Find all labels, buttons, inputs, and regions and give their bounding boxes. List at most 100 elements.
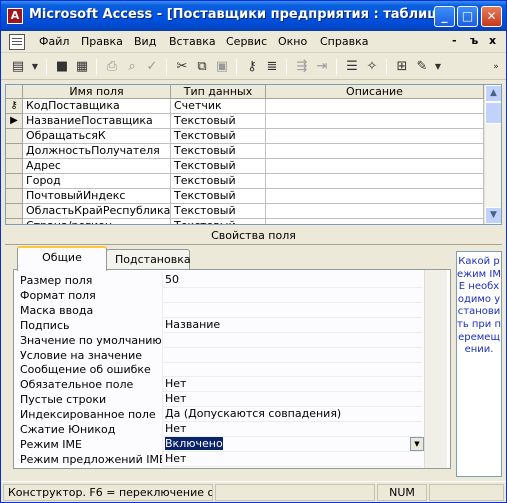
doc-restore-button[interactable]: ъ [470, 34, 478, 47]
toolbar-options-icon[interactable]: » [487, 58, 505, 76]
data-type-cell[interactable]: Текстовый [171, 144, 266, 159]
field-row[interactable]: ОбращатьсяК Текстовый [6, 129, 484, 144]
description-cell[interactable] [266, 189, 484, 204]
row-selector[interactable] [6, 189, 23, 204]
access-app-icon[interactable]: A [7, 8, 23, 24]
row-selector[interactable] [6, 174, 23, 189]
field-name-cell[interactable]: ДолжностьПолучателя [23, 144, 171, 159]
field-row[interactable]: ОбластьКрайРеспублика Текстовый [6, 204, 484, 219]
paste-icon[interactable]: ▣ [213, 58, 231, 76]
field-row[interactable]: ПочтовыйИндекс Текстовый [6, 189, 484, 204]
print-icon[interactable]: ⎙ [103, 58, 121, 76]
field-name-cell[interactable]: НазваниеПоставщика [23, 114, 171, 129]
view-icon[interactable]: ▤ [9, 58, 27, 76]
row-selector[interactable] [6, 159, 23, 174]
properties-icon[interactable]: ▦ [73, 58, 91, 76]
copy-icon[interactable]: ⧉ [193, 58, 211, 76]
scroll-up-icon[interactable]: ▲ [485, 85, 501, 102]
field-name-cell[interactable]: ОбластьКрайРеспублика [23, 204, 171, 219]
primary-key-icon[interactable]: ⚷ [243, 58, 261, 76]
grid-vertical-scrollbar[interactable]: ▲ ▼ [484, 85, 501, 224]
dropdown-arrow-icon[interactable]: ▼ [410, 436, 424, 451]
maximize-button[interactable]: □ [457, 6, 478, 27]
data-type-cell[interactable]: Текстовый [171, 219, 266, 224]
menu-insert[interactable]: Вставка [169, 35, 216, 48]
row-selector[interactable] [6, 219, 23, 224]
property-value-field[interactable]: Нет [162, 377, 422, 393]
property-value-field[interactable] [162, 332, 422, 348]
property-value-field[interactable]: Да (Допускаются совпадения) [162, 407, 422, 423]
field-name-cell[interactable]: ПочтовыйИндекс [23, 189, 171, 204]
tab-lookup[interactable]: Подстановка [106, 249, 191, 269]
delete-rows-icon[interactable]: ⇥ [313, 58, 331, 76]
menu-file[interactable]: Файл [39, 35, 69, 48]
view-dropdown-icon[interactable]: ▼ [26, 58, 44, 76]
spelling-icon[interactable]: ✓ [143, 58, 161, 76]
field-row[interactable]: Адрес Текстовый [6, 159, 484, 174]
database-window-icon[interactable]: ⊞ [393, 58, 411, 76]
description-cell[interactable] [266, 144, 484, 159]
description-cell[interactable] [266, 204, 484, 219]
scroll-down-icon[interactable]: ▼ [485, 207, 501, 224]
field-name-cell[interactable]: КодПоставщика [23, 99, 171, 114]
save-icon[interactable]: ■ [53, 58, 71, 76]
insert-rows-icon[interactable]: ⇶ [293, 58, 311, 76]
menu-window[interactable]: Окно [278, 35, 307, 48]
menu-edit[interactable]: Правка [81, 35, 123, 48]
data-type-cell[interactable]: Текстовый [171, 114, 266, 129]
property-value-field[interactable] [162, 302, 422, 318]
properties-sheet-icon[interactable]: ☰ [343, 58, 361, 76]
description-cell[interactable] [266, 114, 484, 129]
description-cell[interactable] [266, 219, 484, 224]
data-type-cell[interactable]: Текстовый [171, 204, 266, 219]
menu-tools[interactable]: Сервис [226, 35, 267, 48]
column-header-data-type[interactable]: Тип данных [171, 85, 266, 99]
property-value-field[interactable] [162, 347, 422, 363]
table-window-icon[interactable] [9, 34, 25, 50]
data-type-cell[interactable]: Текстовый [171, 189, 266, 204]
data-type-cell[interactable]: Счетчик [171, 99, 266, 114]
data-type-cell[interactable]: Текстовый [171, 129, 266, 144]
indexes-icon[interactable]: ≣ [263, 58, 281, 76]
new-object-dropdown-icon[interactable]: ▼ [429, 58, 447, 76]
property-value-field[interactable] [162, 287, 422, 303]
minimize-button[interactable]: _ [434, 6, 455, 27]
doc-minimize-button[interactable]: - [452, 34, 457, 47]
scroll-thumb[interactable] [485, 102, 501, 124]
field-row[interactable]: ⚷ КодПоставщика Счетчик [6, 99, 484, 114]
field-row[interactable]: ДолжностьПолучателя Текстовый [6, 144, 484, 159]
doc-close-button[interactable]: x [489, 34, 496, 47]
menu-view[interactable]: Вид [134, 35, 156, 48]
field-row[interactable]: ▶ НазваниеПоставщика Текстовый [6, 114, 484, 129]
property-value-field[interactable]: Нет [162, 451, 422, 467]
data-type-cell[interactable]: Текстовый [171, 159, 266, 174]
property-value-field[interactable]: Название [162, 317, 422, 333]
property-value-field[interactable] [162, 362, 422, 378]
description-cell[interactable] [266, 99, 484, 114]
column-header-field-name[interactable]: Имя поля [23, 85, 171, 99]
description-cell[interactable] [266, 159, 484, 174]
description-cell[interactable] [266, 174, 484, 189]
data-type-cell[interactable]: Текстовый [171, 174, 266, 189]
field-row[interactable]: Страна/регионТекстовый [6, 219, 484, 224]
field-name-cell[interactable]: Город [23, 174, 171, 189]
row-selector[interactable] [6, 204, 23, 219]
print-preview-icon[interactable]: ⌕ [123, 58, 141, 76]
property-value-field[interactable]: Нет [162, 422, 422, 437]
cut-icon[interactable]: ✂ [173, 58, 191, 76]
property-value-field[interactable]: Нет [162, 392, 422, 408]
description-cell[interactable] [266, 129, 484, 144]
property-value-field[interactable]: 50 [162, 273, 422, 288]
build-icon[interactable]: ✧ [363, 58, 381, 76]
column-header-description[interactable]: Описание [266, 85, 484, 99]
current-row-pointer-icon[interactable]: ▶ [6, 114, 23, 129]
field-name-cell[interactable]: Адрес [23, 159, 171, 174]
menu-help[interactable]: Справка [320, 35, 368, 48]
field-row[interactable]: Город Текстовый [6, 174, 484, 189]
primary-key-icon[interactable]: ⚷ [6, 99, 23, 114]
row-selector[interactable] [6, 144, 23, 159]
field-name-cell[interactable]: Страна/регион [23, 219, 171, 224]
close-button[interactable]: ✕ [481, 6, 502, 27]
field-name-cell[interactable]: ОбращатьсяК [23, 129, 171, 144]
tab-general[interactable]: Общие [17, 246, 107, 271]
